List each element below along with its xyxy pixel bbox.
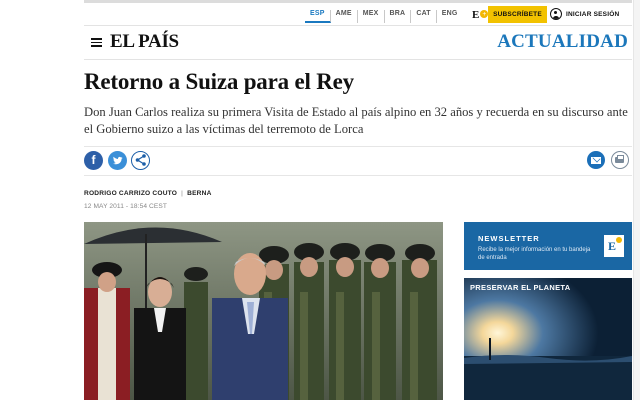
edition-eng[interactable]: ENG xyxy=(437,10,463,23)
newsletter-icon-letter: E xyxy=(608,239,617,253)
king-with-honor-guard-photo xyxy=(84,222,443,400)
newsletter-icon: E xyxy=(604,235,624,257)
author-name[interactable]: RODRIGO CARRIZO COUTO xyxy=(84,190,177,197)
byline-location: BERNA xyxy=(187,190,212,197)
newsletter-description: Recibe la mejor información en tu bandej… xyxy=(478,247,591,261)
byline-separator: | xyxy=(181,190,184,197)
header-divider xyxy=(84,25,632,26)
facebook-share-button[interactable]: f xyxy=(84,151,103,170)
edition-mex[interactable]: MEX xyxy=(358,10,385,23)
site-logo[interactable]: EL PAÍS xyxy=(110,31,179,53)
scrollbar-track[interactable] xyxy=(633,0,640,400)
login-button[interactable]: INICIAR SESIÓN xyxy=(550,8,619,20)
edition-esp[interactable]: ESP xyxy=(305,10,331,23)
masthead-divider xyxy=(84,59,632,60)
print-icon[interactable] xyxy=(611,151,629,169)
byline: RODRIGO CARRIZO COUTO | BERNA xyxy=(84,190,212,197)
menu-icon[interactable] xyxy=(91,38,102,47)
article-headline: Retorno a Suiza para el Rey xyxy=(84,69,354,94)
article-page: ESP AME MEX BRA CAT ENG E + SUBSCRÍBETE I… xyxy=(0,0,640,400)
share-divider-bottom xyxy=(84,175,632,176)
preservar-el-planeta-promo[interactable]: PRESERVAR EL PLANETA xyxy=(464,278,632,400)
edition-bra[interactable]: BRA xyxy=(385,10,412,23)
newsletter-signup[interactable]: NEWSLETTER Recibe la mejor información e… xyxy=(464,222,632,270)
twitter-share-button[interactable] xyxy=(108,151,127,170)
share-button[interactable] xyxy=(131,151,150,170)
user-icon xyxy=(550,8,562,20)
promo-title: PRESERVAR EL PLANETA xyxy=(470,283,571,292)
top-rule xyxy=(84,0,632,3)
email-icon[interactable] xyxy=(587,151,605,169)
edition-ame[interactable]: AME xyxy=(331,10,358,23)
promo-landscape-image xyxy=(464,278,632,400)
share-icon xyxy=(135,154,146,166)
el-pais-plus-logo[interactable]: E + xyxy=(472,9,489,21)
edition-selector: ESP AME MEX BRA CAT ENG xyxy=(305,10,463,23)
article-subheadline: Don Juan Carlos realiza su primera Visit… xyxy=(84,105,628,136)
article-photo[interactable] xyxy=(84,222,443,400)
edition-cat[interactable]: CAT xyxy=(411,10,437,23)
newsletter-title: NEWSLETTER xyxy=(478,234,540,243)
publish-date: 12 MAY 2011 - 18:54 CEST xyxy=(84,203,168,210)
section-title[interactable]: ACTUALIDAD xyxy=(497,31,628,53)
subscribe-button[interactable]: SUBSCRÍBETE xyxy=(488,6,547,23)
login-label: INICIAR SESIÓN xyxy=(566,10,620,18)
share-divider-top xyxy=(84,146,632,147)
twitter-icon xyxy=(113,156,123,165)
e-logo-letter: E xyxy=(472,9,480,21)
